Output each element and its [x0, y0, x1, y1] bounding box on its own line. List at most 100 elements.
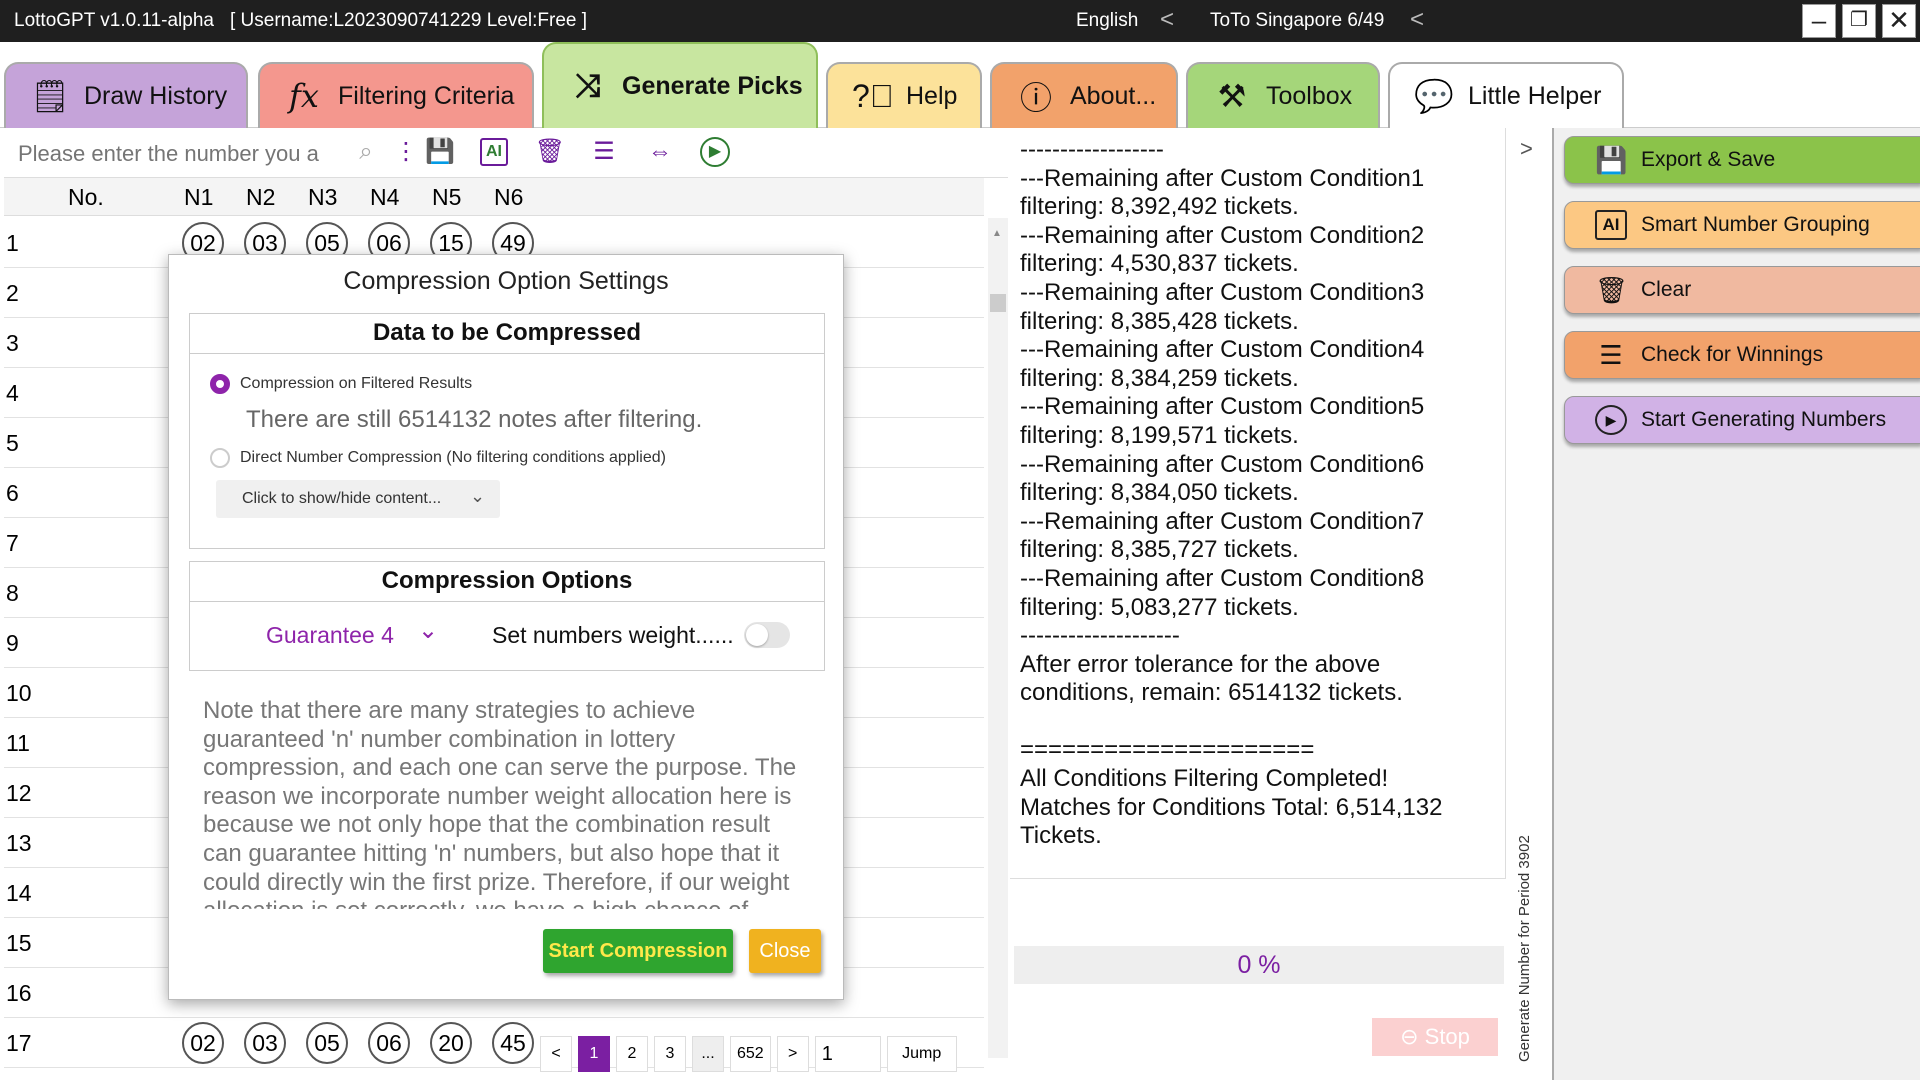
- jump-button[interactable]: Jump: [886, 1036, 957, 1072]
- start-generating-button[interactable]: ▶ Start Generating Numbers: [1564, 396, 1920, 444]
- progress-text: 0 %: [1237, 951, 1281, 979]
- save-icon: 💾: [1595, 144, 1628, 175]
- tab-generate-picks[interactable]: ⤨ Generate Picks: [542, 42, 818, 128]
- stop-button[interactable]: ⊖ Stop: [1372, 1018, 1498, 1056]
- stop-icon: ⊖: [1400, 1024, 1419, 1049]
- scroll-up-icon[interactable]: ▲: [992, 228, 1002, 239]
- radio-direct[interactable]: [210, 448, 230, 468]
- number-ball: 45: [492, 1022, 534, 1064]
- search-icon[interactable]: ⌕: [350, 136, 382, 168]
- close-window-button[interactable]: ✕: [1882, 4, 1916, 38]
- collapse-panel-icon[interactable]: >: [1520, 136, 1533, 162]
- check-winnings-button[interactable]: ☰ Check for Winnings: [1564, 331, 1920, 379]
- col-n4: N4: [370, 184, 400, 210]
- minimize-button[interactable]: –: [1802, 4, 1836, 38]
- toolbox-icon: ⚒: [1217, 78, 1247, 114]
- check-list-icon: ☰: [1599, 339, 1623, 370]
- scroll-thumb[interactable]: [990, 294, 1006, 312]
- expand-icon[interactable]: ⇔: [644, 136, 676, 168]
- tab-help[interactable]: ?⃝ Help: [826, 62, 982, 128]
- col-n6: N6: [494, 184, 524, 210]
- radio-direct-label[interactable]: Direct Number Compression (No filtering …: [240, 449, 666, 467]
- pagination: < 1 2 3 ... 652 > 1 Jump: [540, 1036, 957, 1072]
- tab-little-helper[interactable]: 💬 Little Helper: [1388, 62, 1624, 128]
- action-panel: 💾 Export & Save AI Smart Number Grouping 🗑…: [1552, 128, 1920, 1080]
- row-number: 3: [6, 330, 19, 356]
- compression-note: Note that there are many strategies to a…: [203, 697, 797, 909]
- user-info: [ Username:L2023090741229 Level:Free ]: [230, 10, 588, 31]
- clear-button[interactable]: 🗑 Clear: [1564, 266, 1920, 314]
- page-last[interactable]: 652: [730, 1036, 771, 1072]
- ai-icon[interactable]: AI: [480, 138, 508, 166]
- help-icon: ?⃝: [852, 77, 894, 114]
- period-label: Generate Number for Period 3902: [1516, 835, 1533, 1062]
- next-page-button[interactable]: >: [776, 1036, 809, 1072]
- chevron-left-icon[interactable]: <: [1410, 6, 1424, 34]
- trash-icon: 🗑: [1595, 274, 1629, 305]
- number-ball: 03: [244, 1022, 286, 1064]
- row-number: 9: [6, 630, 19, 656]
- toggle-content-button[interactable]: Click to show/hide content... ⌄: [216, 480, 500, 518]
- progress-bar: 0 %: [1014, 946, 1504, 984]
- row-number: 13: [6, 830, 32, 856]
- compression-settings-dialog: Compression Option Settings Data to be C…: [168, 254, 844, 1000]
- grid-toolbar: ⌕ ⋮ 💾 AI 🗑 ☰ ⇔ ▶: [4, 128, 1008, 178]
- col-n5: N5: [432, 184, 462, 210]
- start-compression-button[interactable]: Start Compression: [543, 929, 733, 973]
- radio-filtered[interactable]: [210, 374, 230, 394]
- radio-filtered-label[interactable]: Compression on Filtered Results: [240, 375, 472, 393]
- filter-log: ------------------ ---Remaining after Cu…: [1010, 128, 1506, 878]
- main-tabs: 🗒 Draw History fx Filtering Criteria ⤨ Gene…: [0, 42, 1920, 128]
- play-icon: ▶: [1595, 405, 1627, 435]
- prev-page-button[interactable]: <: [540, 1036, 572, 1072]
- row-number: 4: [6, 380, 19, 406]
- options-section: Compression Options Guarantee 4 ⌄ Set nu…: [189, 561, 825, 671]
- page-number-input[interactable]: 1: [814, 1036, 881, 1072]
- page-ellipsis[interactable]: ...: [692, 1036, 724, 1072]
- tab-filtering-criteria[interactable]: fx Filtering Criteria: [258, 62, 534, 128]
- row-number: 10: [6, 680, 32, 706]
- language-selector[interactable]: English: [1076, 10, 1138, 32]
- chevron-down-icon[interactable]: ⌄: [418, 616, 438, 645]
- weight-label: Set numbers weight......: [492, 622, 734, 648]
- ai-icon: AI: [1595, 210, 1627, 240]
- tab-draw-history[interactable]: 🗒 Draw History: [4, 62, 248, 128]
- row-number: 2: [6, 280, 19, 306]
- guarantee-select[interactable]: Guarantee 4: [266, 622, 394, 649]
- row-number: 5: [6, 430, 19, 456]
- page-3[interactable]: 3: [654, 1036, 686, 1072]
- check-list-icon[interactable]: ☰: [588, 136, 620, 168]
- export-save-button[interactable]: 💾 Export & Save: [1564, 136, 1920, 184]
- save-icon[interactable]: 💾: [424, 136, 456, 168]
- app-title: LottoGPT v1.0.11-alpha: [14, 10, 214, 31]
- trash-icon[interactable]: 🗑: [534, 136, 566, 168]
- play-icon[interactable]: ▶: [700, 137, 730, 167]
- tab-toolbox[interactable]: ⚒ Toolbox: [1186, 62, 1380, 128]
- title-bar: LottoGPT v1.0.11-alpha [ Username:L20230…: [0, 0, 1920, 42]
- chevron-down-icon: ⌄: [470, 486, 486, 506]
- col-n3: N3: [308, 184, 338, 210]
- number-ball: 06: [368, 1022, 410, 1064]
- close-dialog-button[interactable]: Close: [749, 929, 821, 973]
- chevron-left-icon[interactable]: <: [1160, 6, 1174, 34]
- row-number: 16: [6, 980, 32, 1006]
- shuffle-icon: ⤨: [575, 67, 601, 103]
- options-section-title: Compression Options: [190, 562, 824, 602]
- page-1[interactable]: 1: [578, 1036, 610, 1072]
- search-input[interactable]: [18, 138, 378, 170]
- smart-grouping-button[interactable]: AI Smart Number Grouping: [1564, 201, 1920, 249]
- weight-toggle[interactable]: [744, 622, 790, 648]
- data-section: Data to be Compressed Compression on Fil…: [189, 313, 825, 549]
- tab-about[interactable]: ⓘ About...: [990, 62, 1178, 128]
- row-number: 11: [6, 730, 30, 756]
- restore-button[interactable]: ❐: [1842, 4, 1876, 38]
- more-options-icon[interactable]: ⋮: [394, 136, 418, 168]
- grid-scrollbar[interactable]: ▲ ▼: [988, 218, 1008, 1058]
- row-number: 15: [6, 930, 32, 956]
- number-ball: 05: [306, 1022, 348, 1064]
- game-selector[interactable]: ToTo Singapore 6/49: [1210, 10, 1384, 32]
- chat-icon: 💬: [1414, 78, 1454, 114]
- dialog-title: Compression Option Settings: [343, 267, 669, 295]
- col-n1: N1: [184, 184, 214, 210]
- page-2[interactable]: 2: [616, 1036, 648, 1072]
